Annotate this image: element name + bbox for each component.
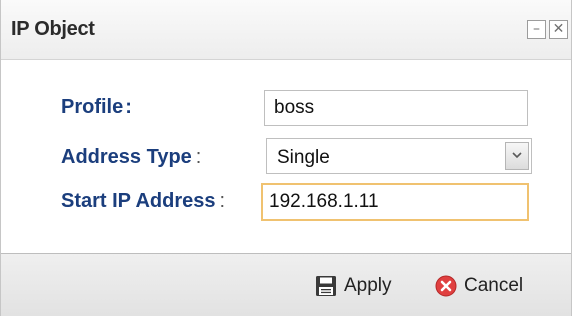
address-type-selected-value: Single: [277, 147, 330, 168]
minimize-button[interactable]: –: [527, 20, 546, 39]
start-ip-label-row: Start IP Address:: [61, 190, 225, 213]
profile-label: Profile: [61, 96, 124, 118]
cancel-icon: [435, 275, 457, 297]
minimize-icon: –: [533, 21, 540, 37]
address-type-dropdown-button[interactable]: [505, 142, 529, 170]
address-type-label: Address Type: [61, 146, 192, 168]
start-ip-label: Start IP Address: [61, 190, 216, 212]
cancel-button[interactable]: Cancel: [435, 272, 523, 300]
dialog-titlebar[interactable]: IP Object – ✕: [1, 0, 571, 60]
dialog-title: IP Object: [11, 18, 95, 40]
chevron-down-icon: [512, 152, 522, 159]
profile-label-colon: :: [125, 96, 132, 118]
cancel-button-label: Cancel: [464, 275, 524, 296]
dialog-footer: Apply Cancel: [1, 253, 571, 316]
profile-label-row: Profile:: [61, 96, 132, 119]
address-type-label-colon: :: [195, 146, 202, 168]
apply-button-label: Apply: [344, 275, 392, 296]
address-type-label-row: Address Type:: [61, 146, 201, 169]
profile-input[interactable]: [264, 90, 528, 126]
ip-object-dialog: IP Object – ✕ Profile: Address Type: Sin…: [0, 0, 572, 316]
close-icon: ✕: [552, 21, 565, 37]
close-button[interactable]: ✕: [549, 20, 568, 39]
start-ip-input[interactable]: [261, 183, 529, 221]
apply-button[interactable]: Apply: [315, 272, 392, 300]
save-icon: [316, 276, 336, 296]
start-ip-label-colon: :: [219, 190, 226, 212]
address-type-select[interactable]: Single: [266, 138, 532, 174]
